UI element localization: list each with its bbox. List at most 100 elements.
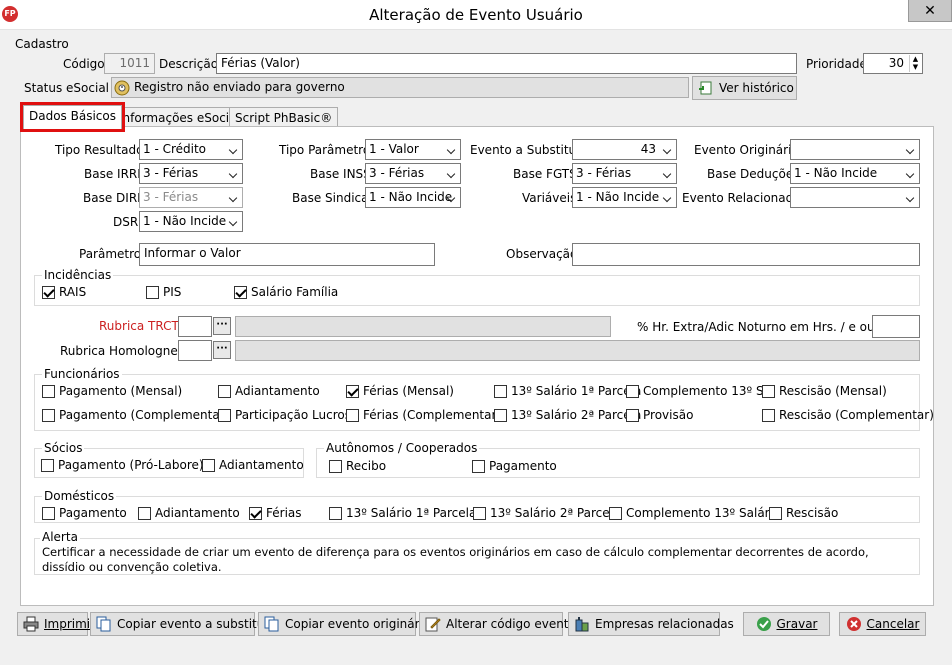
alerta-text: Certificar a necessidade de criar um eve… <box>42 545 869 574</box>
rubrica-trct-field[interactable] <box>178 316 212 337</box>
func-13-segunda-checkbox[interactable]: 13º Salário 2ª Parcela <box>494 408 641 422</box>
rubrica-homolognet-lookup-button[interactable]: ··· <box>213 341 231 359</box>
domesticos-title: Domésticos <box>42 489 117 503</box>
func-pagamento-complementar-checkbox[interactable]: Pagamento (Complementar) <box>42 408 229 422</box>
base-fgts-select[interactable]: 3 - Férias <box>572 163 677 184</box>
empresas-relacionadas-button[interactable]: Empresas relacionadas <box>568 612 734 636</box>
chevron-down-icon <box>447 169 457 179</box>
alterar-codigo-label: Alterar código evento <box>446 617 576 631</box>
base-sindical-select[interactable]: 1 - Não Incide <box>365 187 461 208</box>
gravar-label: Gravar <box>776 617 818 631</box>
observacao-field[interactable] <box>572 243 920 266</box>
tab-script-phbasic[interactable]: Script PhBasic® <box>229 107 339 128</box>
dom-13-primeira-checkbox[interactable]: 13º Salário 1ª Parcela <box>329 506 476 520</box>
spin-arrows-icon[interactable]: ▲ ▼ <box>909 55 921 72</box>
chevron-down-icon <box>663 169 673 179</box>
rubrica-trct-description <box>235 316 611 337</box>
base-irrf-label: Base IRRF <box>84 167 145 181</box>
func-13-primeira-checkbox[interactable]: 13º Salário 1ª Parcela <box>494 384 641 398</box>
base-inss-value: 3 - Férias <box>369 166 425 180</box>
codigo-field[interactable]: 1011 <box>104 53 155 74</box>
incidencias-title: Incidências <box>42 268 114 282</box>
evento-originario-select[interactable] <box>790 139 920 160</box>
dom-complemento-13-checkbox[interactable]: Complemento 13º Salário <box>609 506 780 520</box>
func-provisao-checkbox[interactable]: Provisão <box>626 408 693 422</box>
base-deducoes-label: Base Deduções <box>707 167 800 181</box>
dsr-value: 1 - Não Incide <box>143 214 227 228</box>
func-pagamento-mensal-checkbox[interactable]: Pagamento (Mensal) <box>42 384 182 398</box>
base-deducoes-select[interactable]: 1 - Não Incide <box>790 163 920 184</box>
cancelar-button[interactable]: Cancelar <box>839 612 926 636</box>
status-esocial-field: Registro não enviado para governo <box>111 77 689 98</box>
base-irrf-value: 3 - Férias <box>143 166 199 180</box>
tab-dados-basicos[interactable]: Dados Básicos <box>20 102 125 132</box>
chevron-down-icon <box>229 169 239 179</box>
ver-historico-button[interactable]: Ver histórico <box>692 76 797 100</box>
base-fgts-value: 3 - Férias <box>576 166 632 180</box>
base-inss-select[interactable]: 3 - Férias <box>365 163 461 184</box>
prioridade-label: Prioridade <box>806 57 867 71</box>
autonomos-recibo-checkbox[interactable]: Recibo <box>329 459 386 473</box>
func-complemento-13-checkbox[interactable]: Complemento 13º Sal <box>626 384 774 398</box>
dom-adiantamento-checkbox[interactable]: Adiantamento <box>138 506 240 520</box>
base-dirf-select[interactable]: 3 - Férias <box>139 187 243 208</box>
dom-pagamento-checkbox[interactable]: Pagamento <box>42 506 127 520</box>
close-button[interactable]: ✕ <box>908 0 952 22</box>
salario-familia-checkbox[interactable]: Salário Família <box>234 285 338 299</box>
func-rescisao-complementar-checkbox[interactable]: Rescisão (Complementar) <box>762 408 934 422</box>
func-adiantamento-checkbox[interactable]: Adiantamento <box>218 384 320 398</box>
socios-adiantamento-checkbox[interactable]: Adiantamento <box>202 458 304 472</box>
imprimir-label: Imprimir <box>44 617 96 631</box>
dom-13-segunda-checkbox[interactable]: 13º Salário 2ª Parcela <box>473 506 620 520</box>
autonomos-title: Autônomos / Cooperados <box>324 441 480 455</box>
variaveis-label: Variáveis <box>522 191 577 205</box>
hr-extra-field[interactable] <box>872 315 920 338</box>
socios-title: Sócios <box>42 441 85 455</box>
chevron-down-icon <box>447 193 457 203</box>
func-ferias-mensal-checkbox[interactable]: Férias (Mensal) <box>346 384 454 398</box>
base-irrf-select[interactable]: 3 - Férias <box>139 163 243 184</box>
tipo-resultado-value: 1 - Crédito <box>143 142 207 156</box>
chevron-down-icon <box>906 193 916 203</box>
funcionarios-title: Funcionários <box>42 367 122 381</box>
copy-icon <box>264 616 279 632</box>
empresas-label: Empresas relacionadas <box>595 617 734 631</box>
dom-rescisao-checkbox[interactable]: Rescisão <box>769 506 838 520</box>
chevron-down-icon <box>906 169 916 179</box>
base-deducoes-value: 1 - Não Incide <box>794 166 878 180</box>
rubrica-trct-lookup-button[interactable]: ··· <box>213 317 231 335</box>
gravar-button[interactable]: Gravar <box>743 612 830 636</box>
dsr-label: DSR <box>113 215 139 229</box>
imprimir-button[interactable]: Imprimir <box>17 612 95 636</box>
edit-icon <box>425 617 441 632</box>
rais-checkbox[interactable]: RAIS <box>42 285 86 299</box>
evento-substituir-select[interactable]: 43 <box>572 139 677 160</box>
pis-checkbox[interactable]: PIS <box>146 285 181 299</box>
descricao-label: Descrição <box>159 57 219 71</box>
copiar-originario-label: Copiar evento originário <box>285 617 431 631</box>
observacao-label: Observação <box>506 247 578 261</box>
variaveis-select[interactable]: 1 - Não Incide <box>572 187 677 208</box>
copiar-evento-originario-button[interactable]: Copiar evento originário <box>258 612 430 636</box>
copy-icon <box>96 616 111 632</box>
chevron-down-icon <box>229 193 239 203</box>
dsr-select[interactable]: 1 - Não Incide <box>139 211 243 232</box>
descricao-field[interactable]: Férias (Valor) <box>216 53 797 74</box>
parametro-field[interactable]: Informar o Valor <box>139 243 435 266</box>
dom-ferias-checkbox[interactable]: Férias <box>249 506 302 520</box>
func-participacao-lucros-checkbox[interactable]: Participação Lucros <box>218 408 351 422</box>
chevron-down-icon <box>229 217 239 227</box>
tab-informacoes-esocial[interactable]: Informações eSocial <box>113 107 246 128</box>
socios-pagamento-checkbox[interactable]: Pagamento (Pró-Labore) <box>41 458 204 472</box>
copiar-evento-substituir-button[interactable]: Copiar evento a substituir <box>90 612 273 636</box>
func-rescisao-mensal-checkbox[interactable]: Rescisão (Mensal) <box>762 384 887 398</box>
alterar-codigo-evento-button[interactable]: Alterar código evento <box>419 612 576 636</box>
rubrica-homolognet-field[interactable] <box>178 340 212 361</box>
autonomos-pagamento-checkbox[interactable]: Pagamento <box>472 459 557 473</box>
func-ferias-complementar-checkbox[interactable]: Férias (Complementar) <box>346 408 501 422</box>
base-dirf-value: 3 - Férias <box>143 190 199 204</box>
copiar-substituir-label: Copiar evento a substituir <box>117 617 273 631</box>
tipo-parametro-select[interactable]: 1 - Valor <box>365 139 461 160</box>
evento-relacionado-select[interactable] <box>790 187 920 208</box>
tipo-resultado-select[interactable]: 1 - Crédito <box>139 139 243 160</box>
